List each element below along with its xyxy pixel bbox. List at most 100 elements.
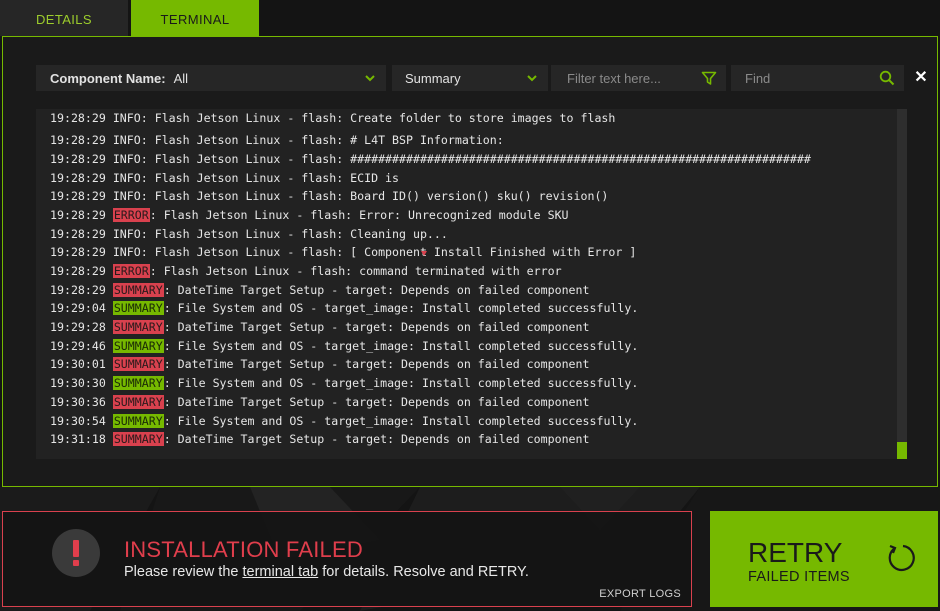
log-timestamp: 19:28:29: [50, 282, 106, 297]
log-timestamp: 19:30:30: [50, 376, 106, 391]
status-title: INSTALLATION FAILED: [124, 537, 363, 562]
retry-subtitle: FAILED ITEMS: [748, 569, 850, 585]
log-line: 19:28:29 INFO: Flash Jetson Linux - flas…: [50, 225, 811, 244]
find-placeholder: Find: [745, 70, 771, 86]
log-timestamp: 19:28:29: [50, 170, 106, 185]
log-message: : DateTime Target Setup - target: Depend…: [163, 432, 590, 447]
log-timestamp: 19:28:29: [50, 151, 106, 166]
log-message: : Flash Jetson Linux - flash: Create fol…: [140, 111, 616, 125]
log-line: 19:28:29 INFO: Flash Jetson Linux - flas…: [50, 109, 811, 128]
log-level: INFO: [112, 151, 141, 166]
filter-input[interactable]: Filter text here...: [551, 65, 726, 91]
log-line: 19:30:54 SUMMARY: File System and OS - t…: [50, 412, 811, 431]
log-level-summary-fail-badge: SUMMARY: [112, 394, 164, 409]
log-line: 19:28:29 ERROR: Flash Jetson Linux - fla…: [50, 262, 811, 281]
log-timestamp: 19:28:29: [50, 133, 106, 148]
log-line: 19:28:29 INFO: Flash Jetson Linux - flas…: [50, 187, 811, 206]
log-line: 19:28:29 INFO: Flash Jetson Linux - flas…: [50, 131, 811, 150]
chevron-down-icon: [365, 75, 375, 82]
installation-status-box: INSTALLATION FAILED Please review the te…: [2, 511, 692, 607]
log-timestamp: 19:28:29: [50, 207, 106, 222]
find-input[interactable]: Find: [731, 65, 904, 91]
log-level-summary-fail-badge: SUMMARY: [112, 357, 164, 372]
log-message: : Flash Jetson Linux - flash: Error: Unr…: [149, 207, 569, 222]
log-timestamp: 19:30:36: [50, 394, 106, 409]
log-scrollbar[interactable]: [897, 109, 907, 459]
log-timestamp: 19:28:29: [50, 226, 106, 241]
tab-bar: DETAILS TERMINAL: [0, 0, 259, 36]
log-message: : File System and OS - target_image: Ins…: [163, 301, 639, 316]
log-timestamp: 19:29:04: [50, 301, 106, 316]
retry-icon: [888, 544, 915, 572]
log-level-summary-success-badge: SUMMARY: [112, 338, 164, 353]
retry-failed-items-button[interactable]: RETRY FAILED ITEMS: [710, 511, 938, 607]
log-message: : File System and OS - target_image: Ins…: [163, 338, 639, 353]
log-message: : Flash Jetson Linux - flash: ECID is: [140, 170, 400, 185]
log-level-summary-fail-badge: SUMMARY: [112, 320, 164, 335]
log-message: : Flash Jetson Linux - flash: # L4T BSP …: [140, 133, 504, 148]
search-icon: [879, 70, 895, 86]
log-line: 19:30:30 SUMMARY: File System and OS - t…: [50, 374, 811, 393]
log-level-summary-success-badge: SUMMARY: [112, 301, 164, 316]
chevron-down-icon: [527, 75, 537, 82]
log-message: : DateTime Target Setup - target: Depend…: [163, 394, 590, 409]
log-lines: 19:28:29 INFO: Flash Jetson Linux - flas…: [50, 109, 811, 449]
log-message: : File System and OS - target_image: Ins…: [163, 376, 639, 391]
log-level-summary-success-badge: SUMMARY: [112, 376, 164, 391]
mouse-cursor-marker: [421, 251, 427, 256]
status-message: Please review the terminal tab for detai…: [124, 564, 529, 580]
log-line: 19:30:36 SUMMARY: DateTime Target Setup …: [50, 393, 811, 412]
log-level-summary-success-badge: SUMMARY: [112, 413, 164, 428]
log-level-summary-fail-badge: SUMMARY: [112, 432, 164, 447]
terminal-log[interactable]: 19:28:29 INFO: Flash Jetson Linux - flas…: [36, 109, 907, 459]
log-line: 19:28:29 SUMMARY: DateTime Target Setup …: [50, 281, 811, 300]
log-message: : File System and OS - target_image: Ins…: [163, 413, 639, 428]
alert-icon: [52, 529, 100, 577]
log-line: 19:29:04 SUMMARY: File System and OS - t…: [50, 299, 811, 318]
log-level: INFO: [112, 133, 141, 148]
log-message: : Flash Jetson Linux - flash: [ Componen…: [140, 245, 637, 260]
filter-placeholder: Filter text here...: [567, 70, 661, 86]
tab-details[interactable]: DETAILS: [0, 0, 129, 36]
log-message: : Flash Jetson Linux - flash: ##########…: [140, 151, 811, 166]
log-scrollbar-thumb[interactable]: [897, 442, 907, 459]
log-line: 19:29:46 SUMMARY: File System and OS - t…: [50, 337, 811, 356]
close-icon[interactable]: ✕: [911, 68, 931, 88]
log-timestamp: 19:29:28: [50, 320, 106, 335]
log-line: 19:28:29 ERROR: Flash Jetson Linux - fla…: [50, 206, 811, 225]
terminal-tab-link[interactable]: terminal tab: [242, 564, 318, 580]
status-message-text: Please review the: [124, 564, 243, 580]
terminal-panel: Component Name: All Summary Filter text …: [2, 36, 938, 487]
log-line: 19:30:01 SUMMARY: DateTime Target Setup …: [50, 355, 811, 374]
log-level: INFO: [112, 189, 141, 204]
log-level: INFO: [112, 226, 141, 241]
log-level: INFO: [112, 245, 141, 260]
log-message: : DateTime Target Setup - target: Depend…: [163, 282, 590, 297]
component-name-label: Component Name:: [50, 70, 166, 86]
log-message: : DateTime Target Setup - target: Depend…: [163, 357, 590, 372]
log-line: 19:28:29 INFO: Flash Jetson Linux - flas…: [50, 150, 811, 169]
log-message: : Flash Jetson Linux - flash: Cleaning u…: [140, 226, 448, 241]
summary-select[interactable]: Summary: [392, 65, 548, 91]
log-line: 19:28:29 INFO: Flash Jetson Linux - flas…: [50, 169, 811, 188]
export-logs-link[interactable]: EXPORT LOGS: [599, 588, 681, 600]
log-level-error-badge: ERROR: [112, 264, 150, 278]
log-level-summary-fail-badge: SUMMARY: [112, 282, 164, 297]
log-timestamp: 19:31:18: [50, 432, 106, 447]
component-name-select[interactable]: Component Name: All: [36, 65, 386, 91]
filter-icon: [701, 71, 717, 85]
log-timestamp: 19:30:01: [50, 357, 106, 372]
retry-title: RETRY: [748, 537, 843, 568]
log-timestamp: 19:28:29: [50, 189, 106, 204]
log-level-error-badge: ERROR: [112, 207, 150, 222]
log-timestamp: 19:28:29: [50, 264, 106, 278]
log-timestamp: 19:30:54: [50, 413, 106, 428]
log-timestamp: 19:28:29: [50, 111, 106, 125]
log-message: : Flash Jetson Linux - flash: command te…: [149, 264, 562, 278]
log-message: : Flash Jetson Linux - flash: Board ID()…: [140, 189, 609, 204]
component-name-value: All: [173, 70, 189, 86]
status-message-text: for details. Resolve and RETRY.: [318, 564, 529, 580]
tab-terminal[interactable]: TERMINAL: [131, 0, 259, 36]
summary-value: Summary: [405, 70, 461, 86]
log-level: INFO: [112, 170, 141, 185]
